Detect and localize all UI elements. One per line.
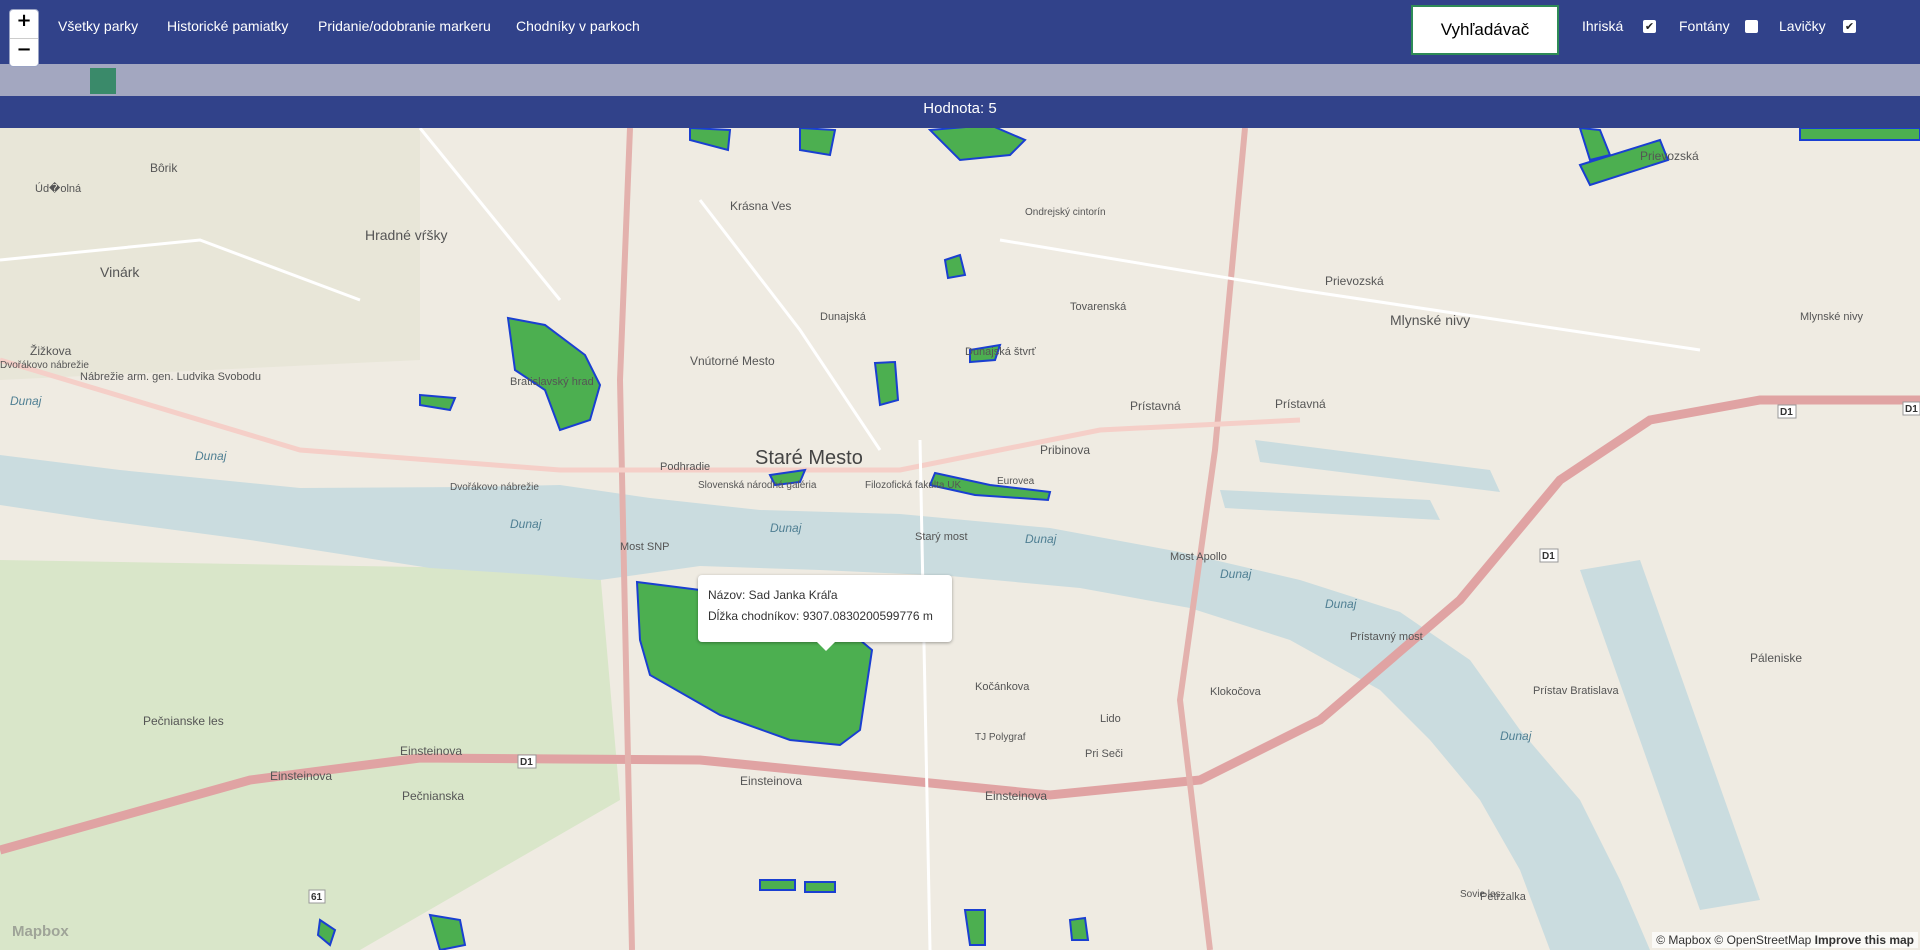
- map-label-bridge: Most Apollo: [1170, 551, 1227, 563]
- map-label-street: Dunajská: [820, 311, 867, 323]
- map-label-poi: Bratislavský hrad: [510, 376, 594, 388]
- map-label-district: Krásna Ves: [730, 199, 791, 213]
- map-label-street: Einsteinova: [270, 769, 332, 783]
- map-label-river: Dunaj: [1500, 729, 1532, 743]
- map-label-street: Prievozská: [1640, 149, 1699, 163]
- map-label-street: Prievozská: [1325, 274, 1384, 288]
- map-label-bridge: Prístavný most: [1350, 631, 1423, 643]
- map-label-poi: Pri Seči: [1085, 748, 1123, 760]
- search-button[interactable]: Vyhľadávač: [1411, 5, 1559, 55]
- map-label-district: Vinárk: [100, 264, 140, 280]
- zoom-out-button[interactable]: −: [10, 38, 38, 67]
- value-slider[interactable]: [0, 64, 1920, 96]
- map-label-forest: Pečnianske les: [143, 714, 224, 728]
- filter-fountains-checkbox[interactable]: [1745, 20, 1758, 33]
- map-label-street: Einsteinova: [985, 789, 1047, 803]
- popup-path-length: Dĺžka chodníkov: 9307.0830200599776 m: [708, 609, 933, 623]
- map-attribution: © Mapbox © OpenStreetMap Improve this ma…: [1652, 932, 1918, 948]
- map-label-poi: Slovenská národná galéria: [698, 480, 817, 491]
- slider-thumb[interactable]: [90, 68, 116, 94]
- zoom-in-button[interactable]: +: [10, 10, 38, 38]
- map-label-street: Žižkova: [30, 343, 72, 358]
- map-label-street: Tovarenská: [1070, 301, 1127, 313]
- map-label-river: Dunaj: [770, 521, 802, 535]
- map-label-river: Dunaj: [10, 394, 42, 408]
- map-label-street: Kočánkova: [975, 681, 1030, 693]
- map-label-district: Podhradie: [660, 461, 710, 473]
- zoom-control: + −: [9, 9, 39, 67]
- attribution-text: © Mapbox © OpenStreetMap: [1656, 933, 1812, 947]
- map-label-street: Klokočova: [1210, 686, 1262, 698]
- filter-benches-label: Lavičky: [1779, 18, 1826, 34]
- popup-park-name: Názov: Sad Janka Kráľa: [708, 588, 838, 602]
- road-shield: 61: [311, 892, 323, 903]
- map-label-street: Pečnianska: [402, 789, 464, 803]
- map-label-poi: Eurovea: [997, 476, 1035, 487]
- map-label-bridge: Starý most: [915, 531, 968, 543]
- map-label-district: Vnútorné Mesto: [690, 354, 775, 368]
- nav-all-parks[interactable]: Všetky parky: [58, 18, 138, 34]
- map-label-district: Mlynské nivy: [1390, 312, 1470, 328]
- map-label-poi: Lido: [1100, 713, 1121, 725]
- map-canvas[interactable]: Staré Mesto Dunaj Dunaj Dunaj Dunaj Duna…: [0, 128, 1920, 950]
- filter-playgrounds-checkbox[interactable]: ✔: [1643, 20, 1656, 33]
- map-label-bridge: Most SNP: [620, 541, 670, 553]
- map-label-street: Prístavná: [1275, 397, 1326, 411]
- map-label-city: Staré Mesto: [755, 447, 863, 469]
- map-label-river: Dunaj: [510, 517, 542, 531]
- map-label-poi: Prístav Bratislava: [1533, 685, 1619, 697]
- map-label-district: Mlynské nivy: [1800, 311, 1863, 323]
- map-label-district: Hradné vŕšky: [365, 227, 447, 243]
- park-info-popup: Názov: Sad Janka Kráľa Dĺžka chodníkov: …: [698, 575, 952, 651]
- mapbox-logo: Mapbox: [12, 923, 69, 940]
- filter-playgrounds-label: Ihriská: [1582, 18, 1624, 34]
- nav-add-remove-marker[interactable]: Pridanie/odobranie markeru: [318, 18, 491, 34]
- map-label-river: Dunaj: [1025, 532, 1057, 546]
- map-label-river: Dunaj: [1325, 597, 1357, 611]
- nav-park-paths[interactable]: Chodníky v parkoch: [516, 18, 640, 34]
- filter-benches-checkbox[interactable]: ✔: [1843, 20, 1856, 33]
- road-shield: D1: [1780, 407, 1793, 418]
- map-label-poi: Filozofická fakulta UK: [865, 480, 961, 491]
- map-label-poi: Ondrejský cintorín: [1025, 207, 1106, 218]
- popup-arrow: [816, 641, 836, 651]
- filter-fountains-label: Fontány: [1679, 18, 1730, 34]
- map-label-district: Bôrik: [150, 161, 178, 175]
- map-label-street: Prístavná: [1130, 399, 1181, 413]
- map-label-poi: Sovie les: [1460, 889, 1501, 900]
- road-shield: D1: [520, 757, 533, 768]
- nav-historic-monuments[interactable]: Historické pamiatky: [167, 18, 288, 34]
- value-label: Hodnota: 5: [0, 96, 1920, 128]
- improve-map-link[interactable]: Improve this map: [1815, 933, 1914, 947]
- map-label-street: Einsteinova: [740, 774, 802, 788]
- map-label-street: Pribinova: [1040, 443, 1090, 457]
- map-label-street: Einsteinova: [400, 744, 462, 758]
- map-label-street: Dvořákovo nábrežie: [0, 360, 89, 371]
- map-label-river: Dunaj: [1220, 567, 1252, 581]
- map-label-district: Páleniske: [1750, 651, 1802, 665]
- map-label-street: Dvořákovo nábrežie: [450, 482, 539, 493]
- road-shield: D1: [1905, 404, 1918, 415]
- map-label-poi: TJ Polygraf: [975, 732, 1026, 743]
- road-shield: D1: [1542, 551, 1555, 562]
- map-label-street: Nábrežie arm. gen. Ludvika Svobodu: [80, 371, 261, 383]
- map-label-river: Dunaj: [195, 449, 227, 463]
- map-label-district: Dunajská štvrť: [965, 346, 1037, 358]
- map-label-street: Úd�olná: [35, 181, 82, 195]
